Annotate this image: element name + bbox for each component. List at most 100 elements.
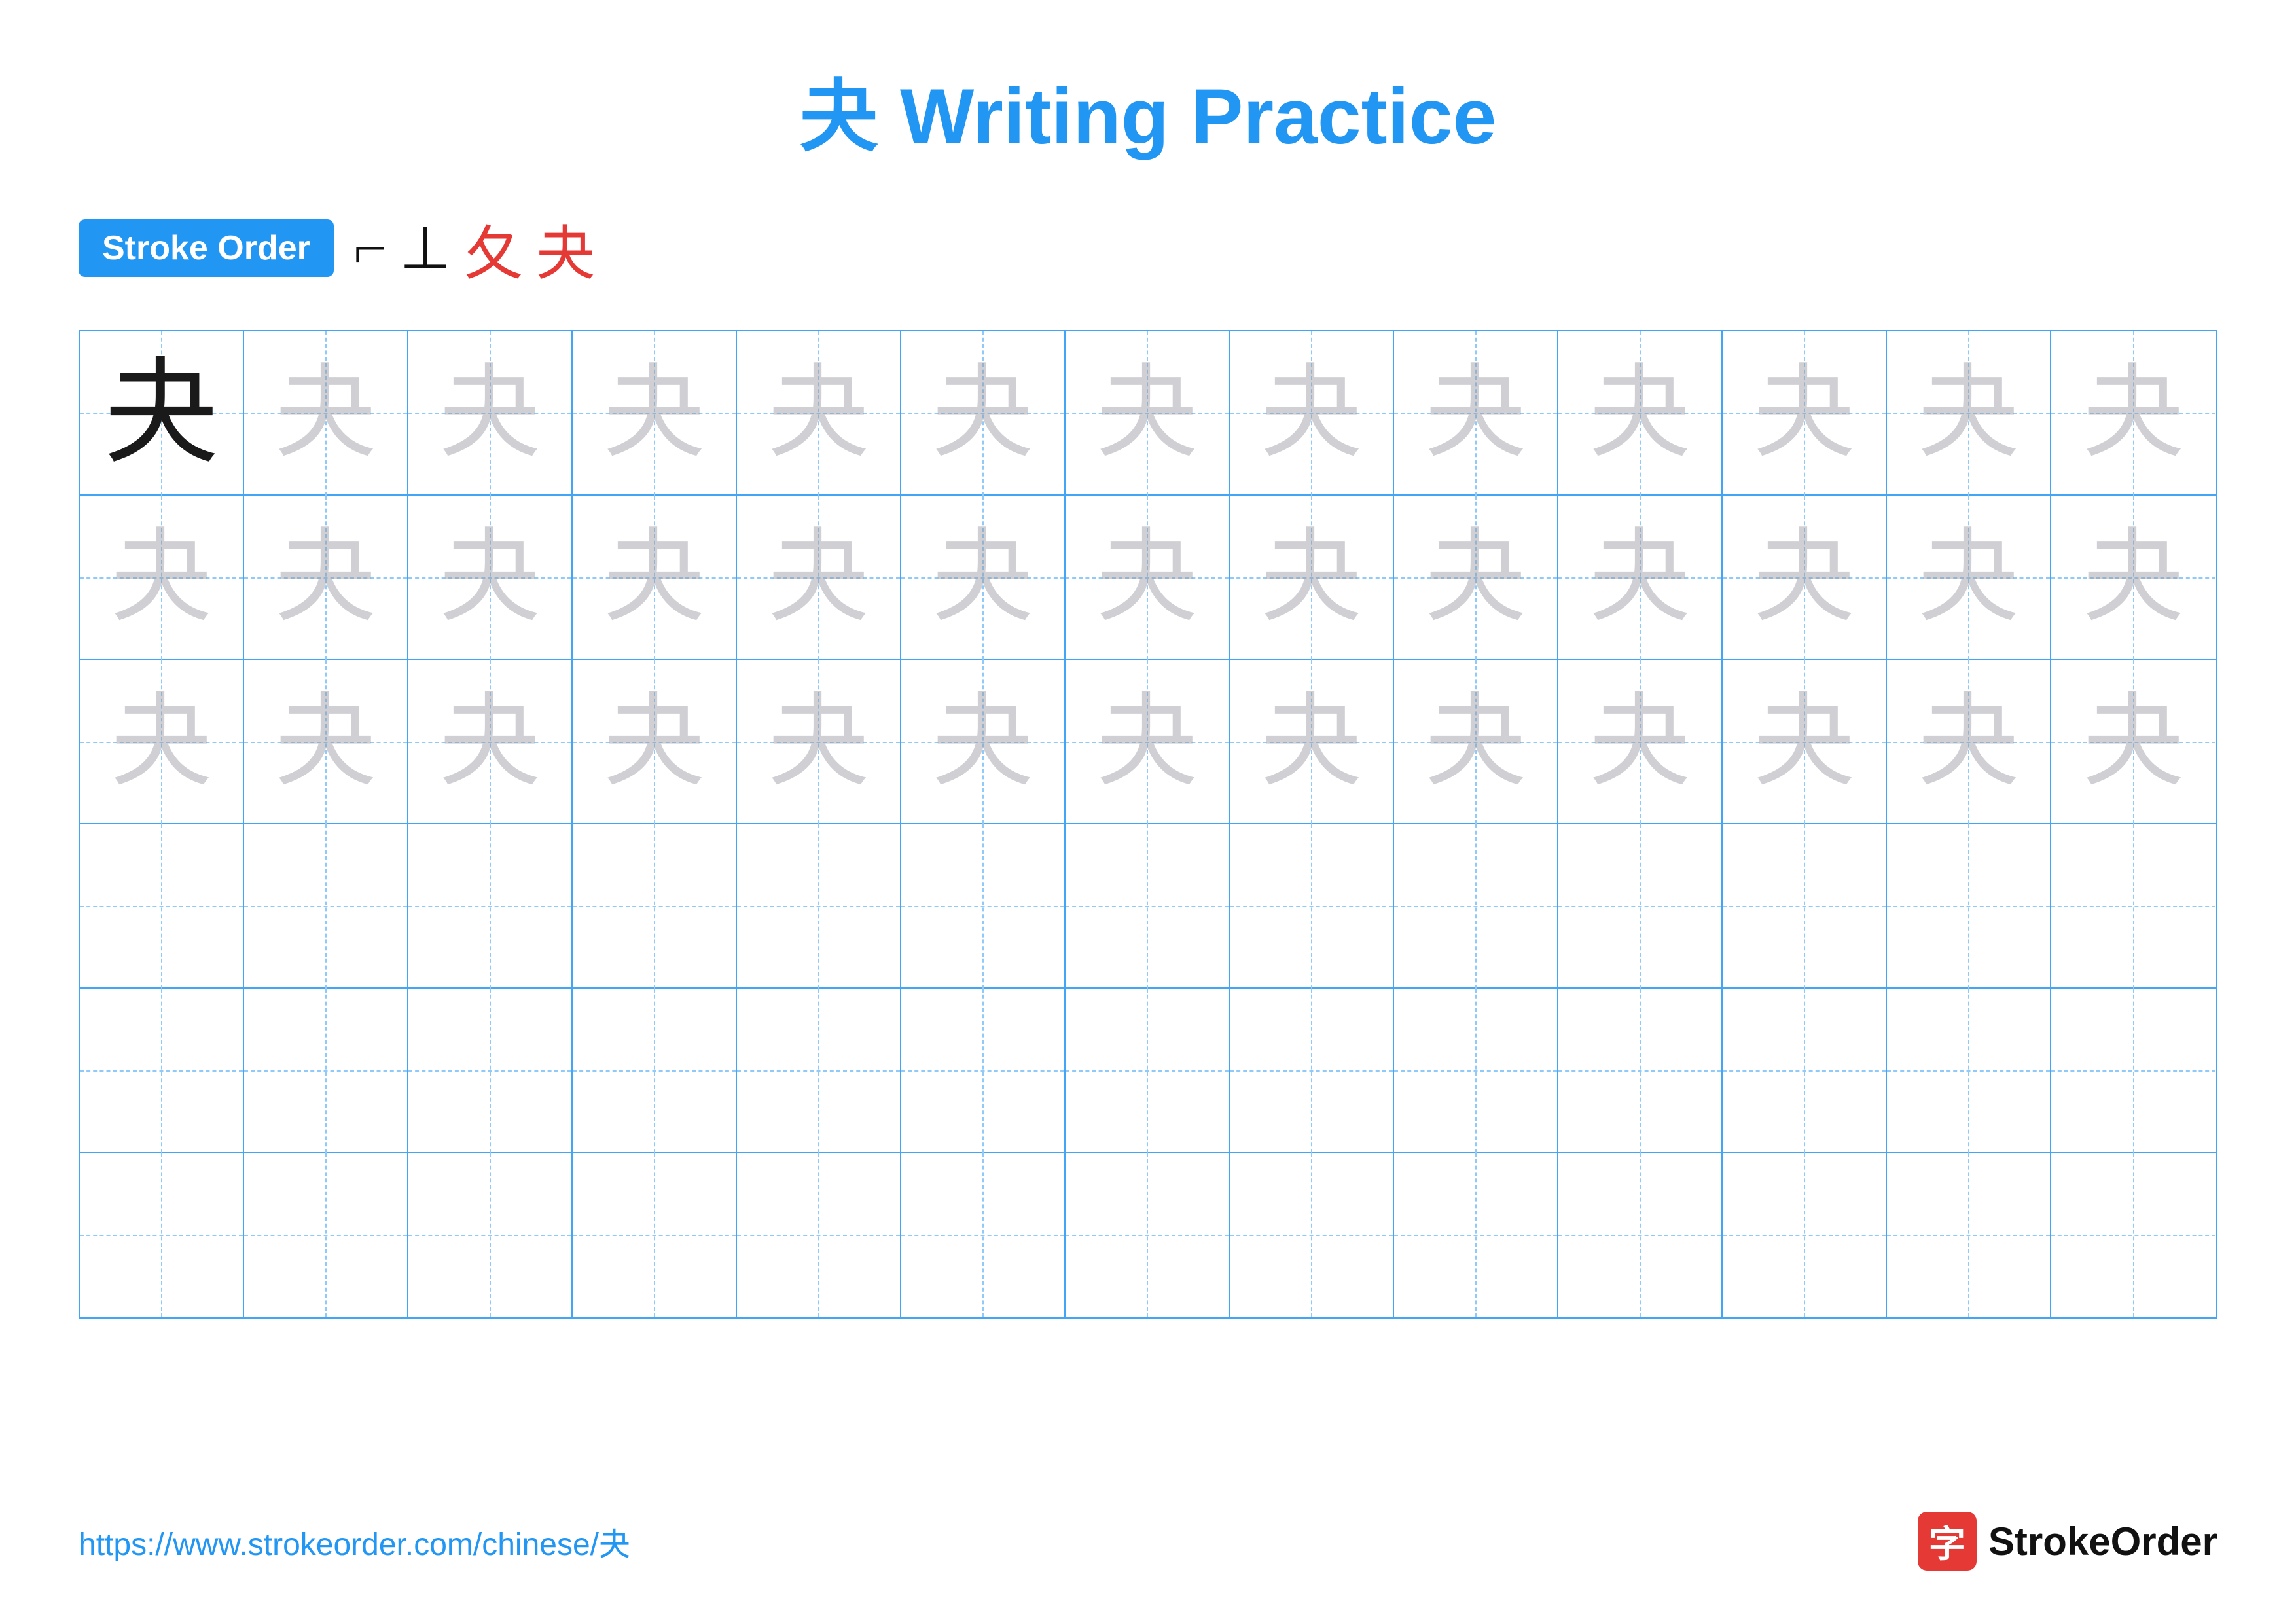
grid-cell[interactable]: [737, 1153, 901, 1317]
stroke-4: 夬: [536, 206, 595, 291]
grid-cell[interactable]: [1723, 989, 1887, 1153]
grid-cell[interactable]: [2051, 1153, 2215, 1317]
cell-character: 夬: [1096, 527, 1198, 629]
grid-cell[interactable]: 夬: [80, 660, 244, 824]
grid-cell[interactable]: 夬: [1394, 331, 1558, 496]
grid-cell[interactable]: 夬: [1066, 660, 1230, 824]
grid-cell[interactable]: [2051, 824, 2215, 989]
page: 夬 Writing Practice Stroke Order ⌐ ⊥ 夂 夬 …: [0, 0, 2296, 1623]
cell-character: 夬: [1753, 527, 1855, 629]
grid-cell[interactable]: 夬: [1066, 331, 1230, 496]
cell-character: 夬: [275, 527, 376, 629]
grid-cell[interactable]: [1887, 824, 2051, 989]
cell-character: 夬: [603, 691, 705, 793]
grid-cell[interactable]: 夬: [244, 496, 408, 660]
grid-cell[interactable]: [80, 1153, 244, 1317]
grid-cell[interactable]: 夬: [80, 331, 244, 496]
grid-cell[interactable]: [1066, 824, 1230, 989]
grid-cell[interactable]: [901, 824, 1066, 989]
grid-cell[interactable]: 夬: [2051, 660, 2215, 824]
grid-cell[interactable]: 夬: [1887, 331, 2051, 496]
grid-cell[interactable]: 夬: [737, 660, 901, 824]
grid-cell[interactable]: 夬: [573, 660, 737, 824]
grid-cell[interactable]: [408, 1153, 573, 1317]
grid-cell[interactable]: 夬: [408, 496, 573, 660]
grid-cell[interactable]: [80, 824, 244, 989]
grid-cell[interactable]: 夬: [1723, 331, 1887, 496]
grid-cell[interactable]: [244, 1153, 408, 1317]
grid-cell[interactable]: 夬: [2051, 331, 2215, 496]
grid-cell[interactable]: [901, 989, 1066, 1153]
grid-cell[interactable]: 夬: [244, 660, 408, 824]
grid-cell[interactable]: 夬: [1558, 496, 1723, 660]
grid-cell[interactable]: 夬: [1230, 660, 1394, 824]
grid-cell[interactable]: [737, 824, 901, 989]
grid-cell[interactable]: 夬: [1558, 660, 1723, 824]
grid-cell[interactable]: 夬: [901, 331, 1066, 496]
grid-cell[interactable]: 夬: [1230, 331, 1394, 496]
grid-cell[interactable]: [1558, 1153, 1723, 1317]
grid-cell[interactable]: [1394, 1153, 1558, 1317]
cell-character: 夬: [1753, 691, 1855, 793]
grid-cell[interactable]: [2051, 989, 2215, 1153]
cell-character: 夬: [2083, 363, 2184, 464]
grid-cell[interactable]: 夬: [1723, 496, 1887, 660]
grid-cell[interactable]: 夬: [573, 331, 737, 496]
grid-cell[interactable]: 夬: [408, 660, 573, 824]
grid-cell[interactable]: 夬: [573, 496, 737, 660]
grid-cell[interactable]: [901, 1153, 1066, 1317]
grid-cell[interactable]: 夬: [1394, 496, 1558, 660]
writing-grid: 夬夬夬夬夬夬夬夬夬夬夬夬夬夬夬夬夬夬夬夬夬夬夬夬夬夬夬夬夬夬夬夬夬夬夬夬夬夬夬: [79, 330, 2217, 1319]
grid-cell[interactable]: 夬: [2051, 496, 2215, 660]
grid-cell[interactable]: 夬: [408, 331, 573, 496]
grid-cell[interactable]: [1230, 1153, 1394, 1317]
grid-cell[interactable]: 夬: [80, 496, 244, 660]
grid-cell[interactable]: [1558, 824, 1723, 989]
grid-cell[interactable]: [573, 824, 737, 989]
grid-cell[interactable]: [573, 989, 737, 1153]
grid-cell[interactable]: [1723, 824, 1887, 989]
grid-cell[interactable]: [1887, 989, 2051, 1153]
grid-row: 夬夬夬夬夬夬夬夬夬夬夬夬夬: [80, 331, 2216, 496]
grid-cell[interactable]: 夬: [1230, 496, 1394, 660]
stroke-sequence: ⌐ ⊥ 夂 夬: [353, 206, 595, 291]
grid-cell[interactable]: [1066, 989, 1230, 1153]
grid-cell[interactable]: 夬: [1887, 496, 2051, 660]
cell-character: 夬: [111, 691, 212, 793]
grid-cell[interactable]: 夬: [901, 496, 1066, 660]
grid-cell[interactable]: [244, 824, 408, 989]
grid-cell[interactable]: [80, 989, 244, 1153]
grid-cell[interactable]: [408, 824, 573, 989]
grid-cell[interactable]: [1230, 989, 1394, 1153]
cell-character: 夬: [1918, 527, 2019, 629]
footer: https://www.strokeorder.com/chinese/夬 字 …: [79, 1512, 2217, 1571]
title-char: 夬: [800, 73, 878, 160]
grid-cell[interactable]: [1394, 989, 1558, 1153]
grid-cell[interactable]: 夬: [1394, 660, 1558, 824]
grid-cell[interactable]: [1230, 824, 1394, 989]
grid-cell[interactable]: 夬: [1723, 660, 1887, 824]
footer-logo: 字 StrokeOrder: [1918, 1512, 2217, 1571]
cell-character: 夬: [1425, 527, 1526, 629]
grid-cell[interactable]: [408, 989, 573, 1153]
cell-character: 夬: [1096, 691, 1198, 793]
grid-cell[interactable]: 夬: [1558, 331, 1723, 496]
grid-cell[interactable]: [1394, 824, 1558, 989]
grid-cell[interactable]: [244, 989, 408, 1153]
cell-character: 夬: [111, 527, 212, 629]
grid-cell[interactable]: 夬: [1887, 660, 2051, 824]
grid-cell[interactable]: [1066, 1153, 1230, 1317]
cell-character: 夬: [1918, 363, 2019, 464]
grid-cell[interactable]: 夬: [244, 331, 408, 496]
grid-cell[interactable]: [737, 989, 901, 1153]
grid-cell[interactable]: 夬: [1066, 496, 1230, 660]
grid-cell[interactable]: 夬: [737, 496, 901, 660]
grid-cell[interactable]: 夬: [901, 660, 1066, 824]
grid-cell[interactable]: [1723, 1153, 1887, 1317]
grid-cell[interactable]: [573, 1153, 737, 1317]
grid-cell[interactable]: 夬: [737, 331, 901, 496]
grid-cell[interactable]: [1558, 989, 1723, 1153]
grid-row: [80, 824, 2216, 989]
stroke-order-badge: Stroke Order: [79, 219, 334, 277]
grid-cell[interactable]: [1887, 1153, 2051, 1317]
